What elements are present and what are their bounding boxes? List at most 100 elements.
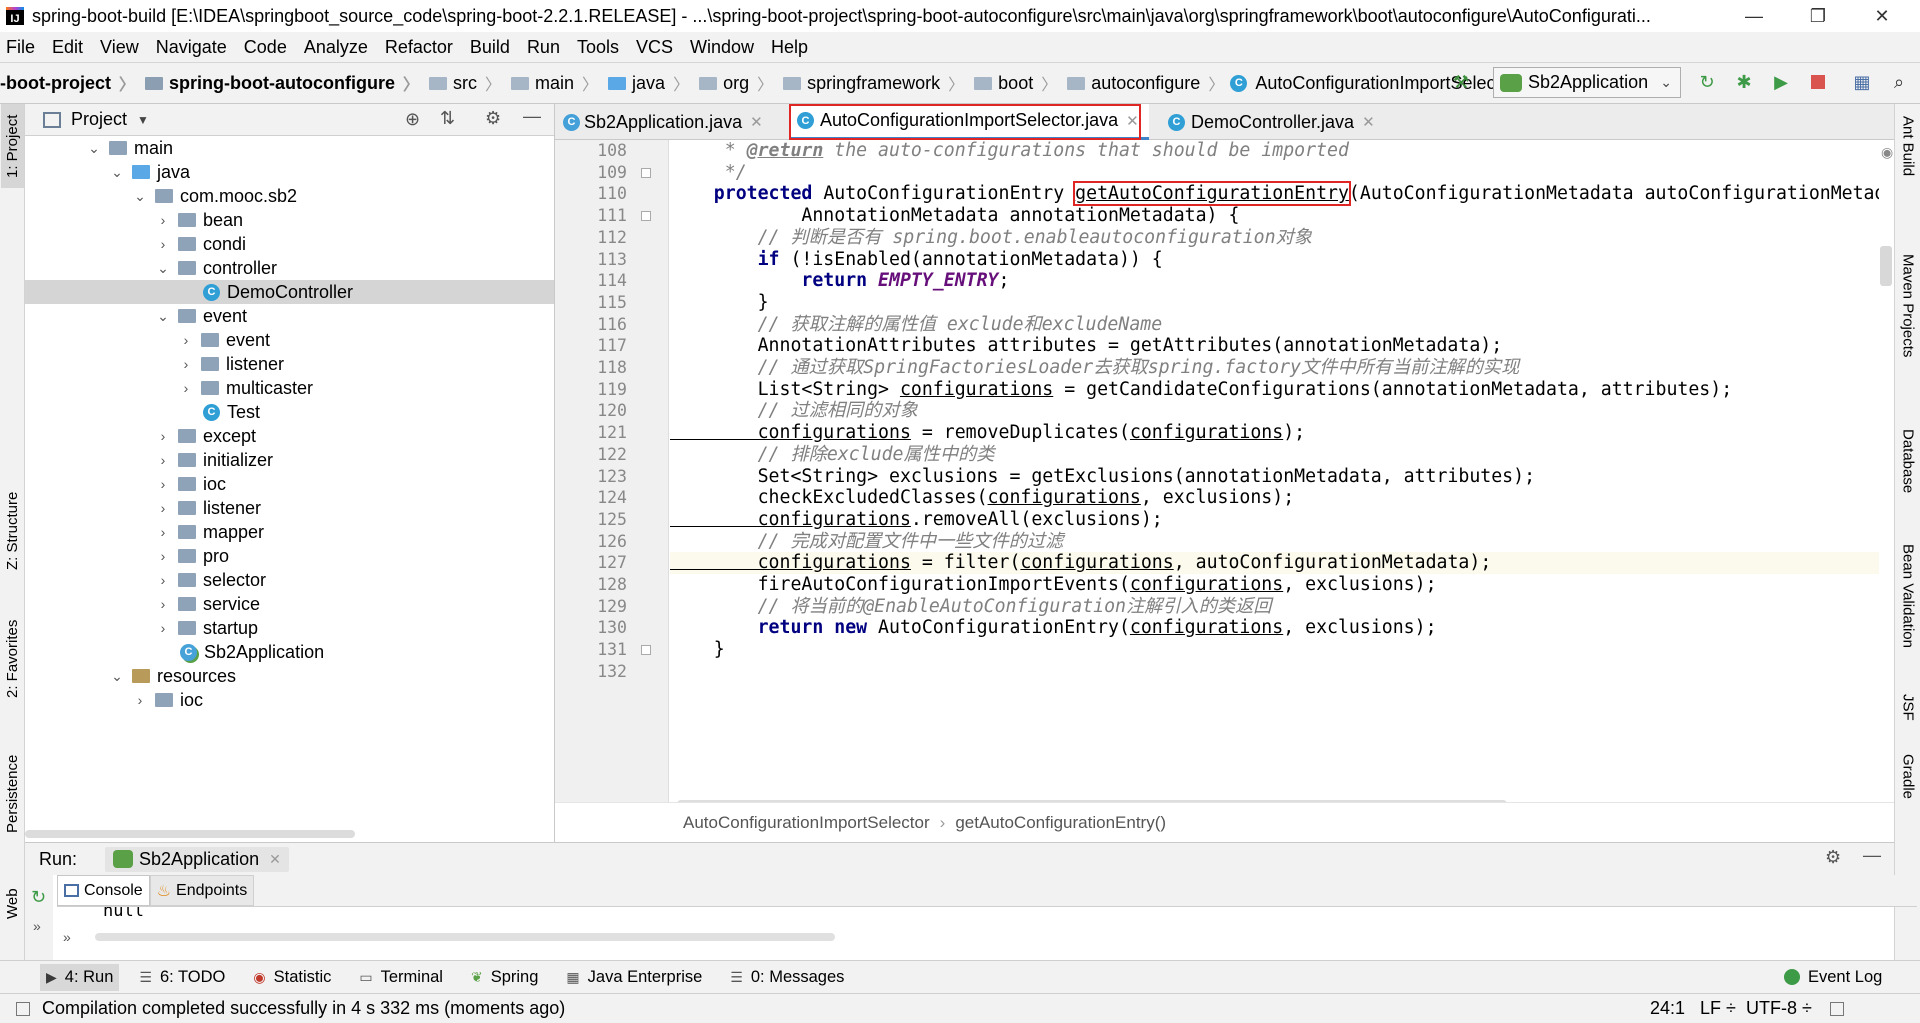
code-line[interactable]: // 排除exclude属性中的类: [670, 444, 1879, 466]
code-line[interactable]: }: [670, 639, 1879, 661]
tree-item[interactable]: › event: [25, 328, 554, 352]
code-line[interactable]: AnnotationAttributes attributes = getAtt…: [670, 335, 1879, 357]
tool-tab-database[interactable]: Database: [1897, 429, 1919, 529]
tool-window-statistic[interactable]: ◉ Statistic: [253, 968, 331, 987]
tree-item[interactable]: C Sb2Application: [25, 640, 554, 664]
tree-item[interactable]: C DemoController: [25, 280, 554, 304]
code-line[interactable]: // 完成对配置文件中一些文件的过滤: [670, 531, 1879, 553]
tool-tab-maven[interactable]: Maven Projects: [1897, 254, 1919, 414]
collapsed-arrow-icon[interactable]: ›: [176, 380, 196, 396]
tree-item[interactable]: ⌄ event: [25, 304, 554, 328]
tree-item[interactable]: › pro: [25, 544, 554, 568]
vertical-scrollbar[interactable]: [1880, 246, 1892, 286]
menu-window[interactable]: Window: [690, 37, 754, 58]
expanded-arrow-icon[interactable]: ⌄: [153, 260, 173, 277]
tree-item[interactable]: C Test: [25, 400, 554, 424]
breadcrumb-project[interactable]: -boot-project 〉: [0, 71, 135, 95]
console-output[interactable]: null: [103, 907, 144, 919]
tree-item[interactable]: ⌄ main: [25, 136, 554, 160]
tool-tab-structure[interactable]: Z: Structure: [1, 476, 24, 586]
console-tab[interactable]: Console: [57, 875, 150, 906]
expanded-arrow-icon[interactable]: ⌄: [130, 188, 150, 205]
search-icon[interactable]: ⌕: [1888, 71, 1910, 93]
collapsed-arrow-icon[interactable]: ›: [153, 212, 173, 228]
collapsed-arrow-icon[interactable]: ›: [153, 236, 173, 252]
breadcrumb-main[interactable]: main 〉: [507, 71, 598, 95]
event-log-button[interactable]: Event Log: [1784, 968, 1882, 987]
tree-item[interactable]: › ioc: [25, 688, 554, 712]
breadcrumb-springframework[interactable]: springframework 〉: [779, 71, 964, 95]
fold-marker-icon[interactable]: [641, 211, 651, 222]
menu-vcs[interactable]: VCS: [636, 37, 673, 58]
run-configuration-selector[interactable]: Sb2Application ⌄: [1493, 67, 1681, 98]
expanded-arrow-icon[interactable]: ⌄: [84, 140, 104, 157]
tree-item[interactable]: › startup: [25, 616, 554, 640]
dropdown-arrow-icon[interactable]: ▼: [137, 113, 149, 127]
run-tab-sb2application[interactable]: Sb2Application ✕: [105, 846, 289, 872]
maximize-button[interactable]: ❐: [1786, 0, 1850, 32]
tool-tab-ant-build[interactable]: Ant Build: [1897, 116, 1919, 236]
tool-window-todo[interactable]: ☰ 6: TODO: [139, 968, 225, 987]
menu-edit[interactable]: Edit: [52, 37, 83, 58]
menu-file[interactable]: File: [6, 37, 35, 58]
tree-item[interactable]: ⌄ controller: [25, 256, 554, 280]
code-area[interactable]: * @return the auto-configurations that s…: [670, 140, 1879, 802]
menu-analyze[interactable]: Analyze: [304, 37, 368, 58]
collapsed-arrow-icon[interactable]: ›: [153, 452, 173, 468]
code-line[interactable]: // 将当前的@EnableAutoConfiguration注解引入的类返回: [670, 596, 1879, 618]
code-line[interactable]: // 获取注解的属性值 exclude和excludeName: [670, 314, 1879, 336]
breadcrumb-module[interactable]: spring-boot-autoconfigure 〉: [141, 71, 419, 95]
build-hammer-icon[interactable]: ⚒: [1450, 71, 1472, 93]
stop-icon[interactable]: [1807, 71, 1829, 93]
collapsed-arrow-icon[interactable]: ›: [153, 500, 173, 516]
collapsed-arrow-icon[interactable]: ›: [153, 548, 173, 564]
code-line[interactable]: checkExcludedClasses(configurations, exc…: [670, 487, 1879, 509]
close-tab-icon[interactable]: ✕: [1362, 113, 1375, 131]
minimize-button[interactable]: —: [1722, 0, 1786, 32]
tree-item[interactable]: › listener: [25, 496, 554, 520]
collapsed-arrow-icon[interactable]: ›: [153, 596, 173, 612]
expanded-arrow-icon[interactable]: ⌄: [107, 164, 127, 181]
tool-tab-jsf[interactable]: JSF: [1897, 694, 1919, 734]
tree-item[interactable]: › condi: [25, 232, 554, 256]
endpoints-tab[interactable]: ♨ Endpoints: [149, 875, 255, 906]
menu-code[interactable]: Code: [244, 37, 287, 58]
tree-item[interactable]: › except: [25, 424, 554, 448]
tool-window-terminal[interactable]: ▭ Terminal: [359, 968, 443, 987]
breadcrumb-org[interactable]: org 〉: [695, 71, 773, 95]
close-tab-icon[interactable]: ✕: [750, 113, 763, 131]
more-actions-icon[interactable]: »: [63, 929, 71, 945]
tree-item[interactable]: › initializer: [25, 448, 554, 472]
code-line[interactable]: return new AutoConfigurationEntry(config…: [670, 617, 1879, 639]
lock-icon[interactable]: [1830, 1001, 1844, 1016]
line-separator[interactable]: LF ÷: [1700, 998, 1736, 1019]
gear-icon[interactable]: ⚙: [485, 108, 501, 129]
code-line[interactable]: AnnotationMetadata annotationMetadata) {: [670, 205, 1879, 227]
breadcrumb-boot[interactable]: boot 〉: [970, 71, 1057, 95]
code-line[interactable]: Set<String> exclusions = getExclusions(a…: [670, 466, 1879, 488]
fold-marker-icon[interactable]: [641, 645, 651, 656]
locate-icon[interactable]: ⊕: [405, 109, 420, 130]
project-structure-icon[interactable]: ▦: [1851, 71, 1873, 93]
code-line[interactable]: // 通过获取SpringFactoriesLoader去获取spring.fa…: [670, 357, 1879, 379]
code-line[interactable]: // 判断是否有 spring.boot.enableautoconfigura…: [670, 227, 1879, 249]
tree-horizontal-scrollbar[interactable]: [25, 830, 355, 838]
tab-sb2application[interactable]: C Sb2Application.java ✕: [555, 104, 773, 140]
code-line[interactable]: configurations = filter(configurations, …: [670, 552, 1879, 574]
tool-window-java-enterprise[interactable]: ▦ Java Enterprise: [566, 968, 702, 987]
code-line[interactable]: * @return the auto-configurations that s…: [670, 140, 1879, 162]
tree-item[interactable]: ⌄ com.mooc.sb2: [25, 184, 554, 208]
collapsed-arrow-icon[interactable]: ›: [153, 572, 173, 588]
breadcrumb-method-name[interactable]: getAutoConfigurationEntry(): [955, 813, 1166, 833]
collapsed-arrow-icon[interactable]: ›: [153, 428, 173, 444]
code-line[interactable]: return EMPTY_ENTRY;: [670, 270, 1879, 292]
console-horizontal-scrollbar[interactable]: [95, 933, 835, 941]
code-line[interactable]: configurations = removeDuplicates(config…: [670, 422, 1879, 444]
breadcrumb-src[interactable]: src 〉: [425, 71, 501, 95]
breadcrumb-autoconfigure[interactable]: autoconfigure 〉: [1063, 71, 1224, 95]
tool-tab-web[interactable]: Web: [1, 874, 24, 934]
tree-item[interactable]: ⌄ java: [25, 160, 554, 184]
tool-tab-bean-validation[interactable]: Bean Validation: [1897, 544, 1919, 684]
tree-item[interactable]: › listener: [25, 352, 554, 376]
more-actions-icon[interactable]: »: [33, 918, 53, 934]
